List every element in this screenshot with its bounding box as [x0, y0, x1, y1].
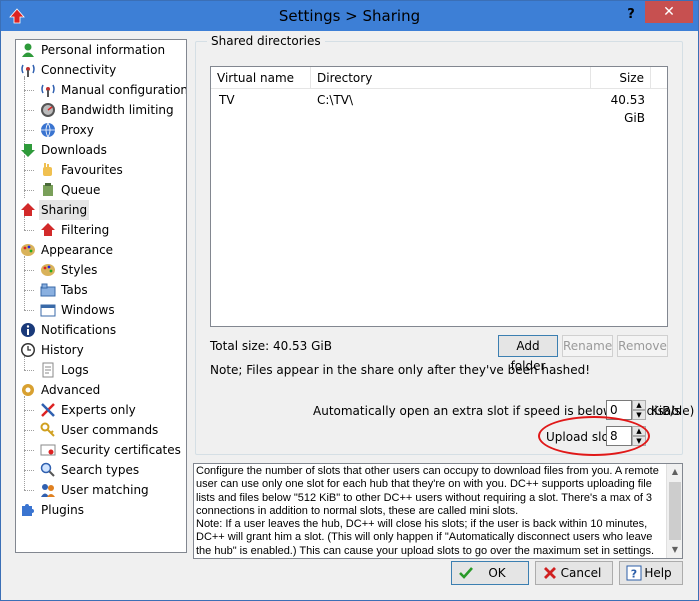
spin-up-icon[interactable]: ▲	[632, 400, 646, 410]
row-size: 40.53 GiB	[610, 93, 645, 125]
sidebar-item-label: User commands	[61, 423, 159, 437]
antenna-icon	[41, 84, 55, 97]
palette-icon	[41, 264, 55, 276]
sidebar-item-label: Search types	[61, 463, 140, 477]
antenna-icon	[21, 64, 35, 77]
settings-window: Settings > Sharing ? ✕ Personal informat…	[0, 0, 699, 601]
title-help-button[interactable]: ?	[621, 5, 641, 25]
rename-button[interactable]: Rename	[562, 335, 613, 357]
sidebar-item-label: Proxy	[61, 123, 94, 137]
key-icon	[40, 422, 55, 437]
settings-tree[interactable]: Personal information Connectivity Manual c…	[15, 39, 187, 553]
upload-arrow-icon	[21, 203, 35, 216]
description-text: Configure the number of slots that other…	[196, 465, 659, 557]
scroll-up-icon[interactable]: ▲	[667, 464, 682, 480]
tabs-icon	[40, 283, 56, 297]
column-directory[interactable]: Directory	[311, 67, 591, 89]
sidebar-item-label: Connectivity	[41, 63, 117, 77]
sidebar-item-label: Sharing	[39, 200, 90, 220]
add-folder-button[interactable]: Add folder	[498, 335, 558, 373]
setting-description[interactable]: Configure the number of slots that other…	[193, 463, 683, 559]
row-directory: C:\TV\	[317, 93, 354, 107]
certificate-icon	[40, 444, 56, 456]
sidebar-item-label: Plugins	[41, 503, 84, 517]
spin-down-icon[interactable]: ▼	[632, 410, 646, 420]
sidebar-item-label: Queue	[61, 183, 101, 197]
scroll-down-icon[interactable]: ▼	[667, 542, 682, 558]
scroll-thumb[interactable]	[669, 482, 681, 540]
info-icon	[21, 323, 35, 337]
users-icon	[41, 484, 55, 497]
queue-icon	[43, 183, 53, 196]
sidebar-item-label: Styles	[61, 263, 98, 277]
sidebar-item-label: Favourites	[61, 163, 123, 177]
sidebar-item-label: Notifications	[41, 323, 117, 337]
total-size-text: Total size: 40.53 GiB	[210, 339, 332, 353]
annotation-circle	[538, 416, 650, 456]
shared-directories-label: Shared directories	[207, 34, 325, 48]
remove-button[interactable]: Remove	[617, 335, 668, 357]
puzzle-icon	[22, 504, 34, 516]
sidebar-item-label: Windows	[61, 303, 115, 317]
sidebar-item-label: Logs	[61, 363, 89, 377]
window-title: Settings > Sharing	[278, 7, 421, 25]
hand-icon	[43, 163, 52, 176]
title-bar[interactable]: Settings > Sharing ? ✕	[1, 1, 698, 31]
person-icon	[22, 43, 34, 57]
extra-slot-spinner[interactable]: ▲ ▼	[632, 400, 646, 420]
ok-button[interactable]: OK	[451, 561, 529, 585]
sidebar-item-label: Appearance	[41, 243, 114, 257]
gear-icon	[22, 384, 34, 396]
shared-directories-list[interactable]: Virtual name Directory Size TV C:\TV\ 40…	[210, 66, 668, 327]
sidebar-item-label: Bandwidth limiting	[61, 103, 174, 117]
row-virtual-name: TV	[219, 93, 235, 107]
sidebar-item-label: Tabs	[61, 283, 88, 297]
gauge-icon	[41, 103, 55, 117]
sidebar-item-label: Advanced	[41, 383, 101, 397]
upload-arrow-icon	[41, 223, 55, 236]
column-size[interactable]: Size	[591, 67, 651, 89]
sidebar-item-label: Downloads	[41, 143, 107, 157]
list-header: Virtual name Directory Size	[211, 67, 667, 89]
sidebar-item-label: Security certificates	[61, 443, 181, 457]
download-arrow-icon	[21, 144, 35, 157]
extra-slot-unit: KiB/s	[651, 404, 681, 418]
clock-icon	[21, 343, 35, 357]
table-row[interactable]: TV C:\TV\ 40.53 GiB	[211, 91, 667, 125]
sidebar-item-label: Filtering	[61, 223, 110, 237]
cancel-button[interactable]: Cancel	[535, 561, 613, 585]
help-button[interactable]: ? Help	[619, 561, 683, 585]
sidebar-item-label: User matching	[61, 483, 149, 497]
hash-note-text: Note; Files appear in the share only aft…	[210, 363, 591, 377]
windows-icon	[40, 304, 56, 317]
sidebar-item-label: History	[41, 343, 84, 357]
magnifier-icon	[40, 462, 55, 477]
sidebar-item-label: Experts only	[61, 403, 136, 417]
column-virtual-name[interactable]: Virtual name	[211, 67, 311, 89]
globe-icon	[41, 122, 55, 138]
log-icon	[42, 362, 54, 378]
palette-icon	[21, 244, 35, 256]
sidebar-item-label: Manual configuration	[61, 83, 187, 97]
description-scrollbar[interactable]: ▲ ▼	[666, 464, 682, 558]
tools-icon	[41, 403, 55, 417]
sidebar-item-label: Personal information	[41, 43, 166, 57]
close-button[interactable]: ✕	[645, 1, 693, 23]
